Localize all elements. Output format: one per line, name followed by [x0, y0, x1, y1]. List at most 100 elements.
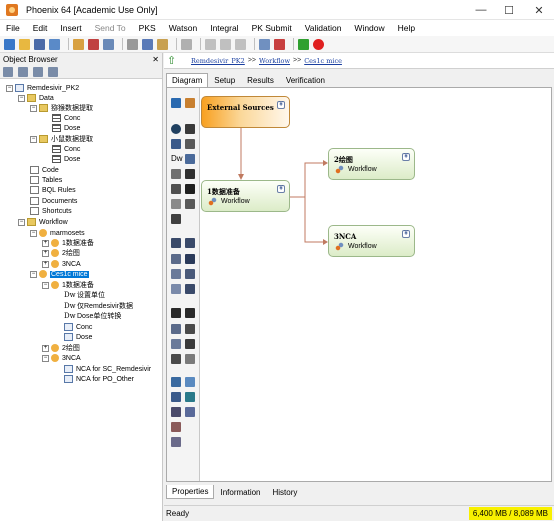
- tree-item[interactable]: Dw 仅Remdesivir数据: [64, 301, 133, 311]
- menu-watson[interactable]: Watson: [169, 23, 198, 33]
- tree-item[interactable]: − marmosets: [30, 228, 85, 238]
- chevron-down-icon[interactable]: ¥: [277, 101, 285, 109]
- tree-item[interactable]: +2绘图: [42, 343, 80, 353]
- expand-icon[interactable]: +: [42, 260, 49, 268]
- tree-item[interactable]: Code: [30, 165, 59, 175]
- ivivc-icon[interactable]: [171, 392, 181, 402]
- external-sources-node[interactable]: External Sources ¥: [201, 96, 290, 128]
- tab-properties[interactable]: Properties: [166, 485, 215, 499]
- crossover-icon[interactable]: [185, 392, 195, 402]
- tree-item[interactable]: +2绘图: [42, 248, 80, 258]
- import-icon[interactable]: [73, 38, 84, 50]
- menu-send-to[interactable]: Send To: [95, 23, 126, 33]
- area-chart-icon[interactable]: [185, 254, 195, 264]
- deconvolution-icon[interactable]: [171, 422, 181, 432]
- tree-item[interactable]: Dose: [52, 154, 80, 164]
- modeling-icon[interactable]: [185, 377, 195, 387]
- histogram-icon[interactable]: [185, 284, 195, 294]
- maximize-button[interactable]: ☐: [494, 0, 524, 20]
- align-icon[interactable]: [185, 199, 195, 209]
- tree-item[interactable]: Shortcuts: [30, 206, 72, 216]
- collapse-icon[interactable]: −: [6, 84, 13, 92]
- minimize-button[interactable]: —: [466, 0, 496, 20]
- menu-file[interactable]: File: [6, 23, 20, 33]
- tab-diagram[interactable]: Diagram: [166, 73, 209, 87]
- properties-icon[interactable]: [259, 38, 270, 50]
- menu-help[interactable]: Help: [398, 23, 415, 33]
- menu-insert[interactable]: Insert: [60, 23, 81, 33]
- box-plot-icon[interactable]: [171, 308, 181, 318]
- tab-verification[interactable]: Verification: [280, 73, 331, 87]
- simulation-icon[interactable]: [185, 407, 195, 417]
- collapse-icon[interactable]: −: [30, 135, 37, 143]
- tree-item[interactable]: − Workflow: [18, 217, 68, 227]
- refresh-icon[interactable]: [18, 66, 28, 77]
- link-icon[interactable]: [205, 38, 216, 50]
- workflow-object-icon[interactable]: [185, 98, 195, 108]
- tree-item[interactable]: Dw Dose单位转换: [64, 311, 121, 321]
- new-project-icon[interactable]: [4, 38, 15, 50]
- settings-icon[interactable]: [48, 66, 58, 77]
- bar-object-icon[interactable]: [185, 354, 195, 364]
- close-icon[interactable]: ✕: [152, 55, 159, 64]
- report-icon[interactable]: [274, 38, 285, 50]
- diagram-canvas[interactable]: External Sources ¥ 1数据准备 ¥ Workflow 2绘图 …: [201, 88, 551, 481]
- tree-item[interactable]: Conc: [52, 144, 80, 154]
- line-chart-icon[interactable]: [171, 254, 181, 264]
- tab-setup[interactable]: Setup: [208, 73, 241, 87]
- workflow-node-nca[interactable]: 3NCA ¥ Workflow: [328, 225, 415, 257]
- execute-icon[interactable]: [298, 38, 309, 50]
- open-folder-icon[interactable]: [19, 38, 30, 50]
- collapse-icon[interactable]: −: [18, 218, 25, 226]
- tree-item[interactable]: − 小鼠数据提取: [30, 134, 93, 144]
- tab-history[interactable]: History: [267, 485, 304, 499]
- tree-item[interactable]: − Data: [18, 93, 54, 103]
- save-all-icon[interactable]: [49, 38, 60, 50]
- collapse-icon[interactable]: −: [18, 94, 25, 102]
- tree-item[interactable]: − 猕猴数据提取: [30, 103, 93, 113]
- menu-edit[interactable]: Edit: [33, 23, 48, 33]
- tree-item[interactable]: −1数据准备: [42, 280, 94, 290]
- be-icon[interactable]: [171, 407, 181, 417]
- workflow-node-prep[interactable]: 1数据准备 ¥ Workflow: [201, 180, 290, 212]
- chevron-down-icon[interactable]: ¥: [402, 230, 410, 238]
- tree-item[interactable]: NCA for SC_Remdesivir: [64, 364, 151, 374]
- collapse-icon[interactable]: −: [30, 104, 37, 112]
- tree-item[interactable]: Dose: [52, 123, 80, 133]
- expand-icon[interactable]: +: [42, 344, 49, 352]
- cut-icon[interactable]: [127, 38, 138, 50]
- column-icon[interactable]: [185, 308, 195, 318]
- split-icon[interactable]: [171, 169, 181, 179]
- print-icon[interactable]: [103, 38, 114, 50]
- transform-icon[interactable]: [171, 199, 181, 209]
- chevron-down-icon[interactable]: ¥: [402, 153, 410, 161]
- workflow-node-plot[interactable]: 2绘图 ¥ Workflow: [328, 148, 415, 180]
- curve-icon[interactable]: [171, 339, 181, 349]
- breadcrumb-workflow[interactable]: Workflow: [259, 57, 290, 65]
- bar-chart-2-icon[interactable]: [185, 238, 195, 248]
- tree-item[interactable]: BQL Rules: [30, 185, 76, 195]
- sheet-object-icon[interactable]: [185, 139, 195, 149]
- paste-icon[interactable]: [157, 38, 168, 50]
- stop-icon[interactable]: [313, 38, 324, 50]
- data-wizard-icon[interactable]: Dw: [171, 154, 183, 164]
- tree-item[interactable]: +3NCA: [42, 259, 81, 269]
- export-icon[interactable]: [88, 38, 99, 50]
- tree-item[interactable]: −3NCA: [42, 353, 81, 363]
- tree-item[interactable]: NCA for PO_Other: [64, 374, 134, 384]
- menu-validation[interactable]: Validation: [305, 23, 342, 33]
- hex-icon[interactable]: [185, 324, 195, 334]
- menu-pks[interactable]: PKS: [139, 23, 156, 33]
- pk-plot-icon[interactable]: [171, 437, 181, 447]
- save-icon[interactable]: [34, 38, 45, 50]
- merge-icon[interactable]: [185, 169, 195, 179]
- chevron-down-icon[interactable]: ¥: [277, 185, 285, 193]
- expand-icon[interactable]: +: [42, 249, 49, 257]
- breadcrumb-project[interactable]: Remdesivir_PK2: [191, 57, 245, 65]
- close-button[interactable]: ✕: [524, 0, 554, 20]
- tree-item[interactable]: +1数据准备: [42, 238, 94, 248]
- tree-item[interactable]: Conc: [52, 113, 80, 123]
- xy-plot-icon[interactable]: [171, 269, 181, 279]
- breadcrumb-current[interactable]: Ces1c mice: [304, 57, 342, 65]
- scatter-icon[interactable]: [171, 284, 181, 294]
